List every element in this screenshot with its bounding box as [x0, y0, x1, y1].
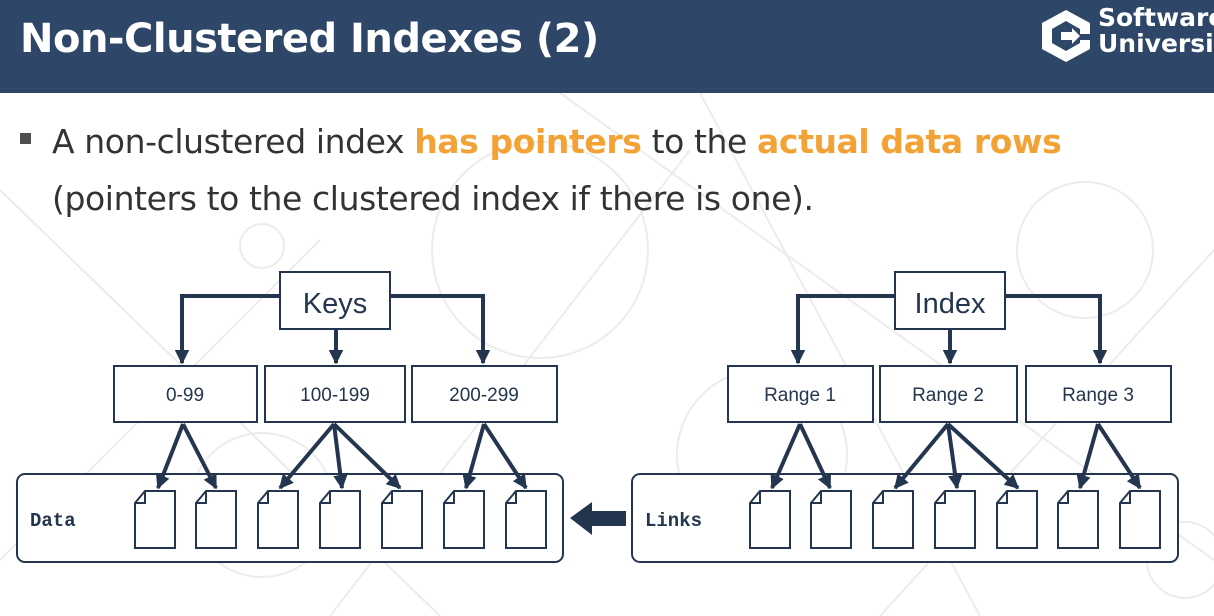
data-label: Data [30, 510, 76, 532]
index-diagram: Keys 0-99 100-199 200-299 Data Index Ran… [16, 271, 1179, 563]
index-root-label: Index [915, 288, 986, 320]
keys-connector-left [174, 294, 280, 365]
index-connector-right [1005, 294, 1108, 365]
key-node-label-1: 100-199 [300, 385, 370, 406]
index-connector-left [790, 294, 895, 365]
keys-connector-right [390, 294, 491, 365]
links-to-data-arrow [570, 502, 626, 535]
keys-root-label: Keys [303, 288, 367, 320]
range-node-label-1: Range 2 [912, 385, 984, 406]
key-node-label-0: 0-99 [166, 385, 204, 406]
range-node-label-2: Range 3 [1062, 385, 1134, 406]
key-node-label-2: 200-299 [449, 385, 519, 406]
links-label: Links [645, 510, 702, 532]
range-node-label-0: Range 1 [764, 385, 836, 406]
